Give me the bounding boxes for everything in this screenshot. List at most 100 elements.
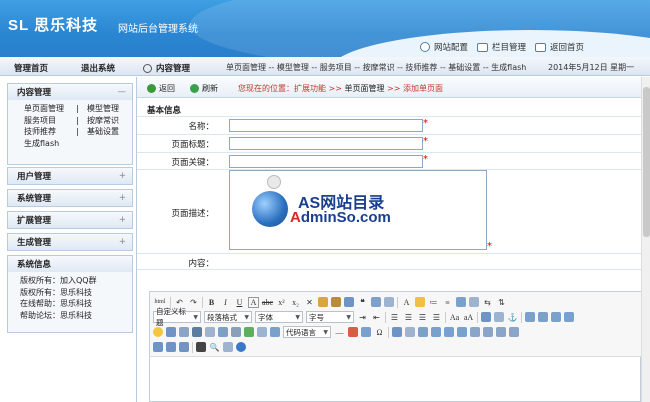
split-cells-icon[interactable] — [509, 327, 519, 337]
font-border-icon[interactable]: A — [248, 296, 259, 308]
collapse-icon[interactable]: — — [118, 87, 127, 97]
menu-item-model[interactable]: 模型管理 — [87, 103, 119, 115]
special-chars-icon[interactable]: Ω — [374, 327, 385, 338]
table-props-icon[interactable] — [179, 342, 189, 352]
image-center-icon[interactable] — [564, 312, 574, 322]
bold-icon[interactable]: B — [206, 297, 217, 308]
map-icon[interactable] — [218, 327, 228, 337]
expand-icon[interactable]: + — [119, 237, 126, 247]
image-float-right-icon[interactable] — [551, 312, 561, 322]
content-manage-panel-header[interactable]: 内容管理 — — [8, 84, 132, 100]
page-break-icon[interactable] — [257, 327, 267, 337]
insert-code-icon[interactable] — [270, 327, 280, 337]
page-title-input[interactable] — [229, 137, 423, 150]
strikethrough-icon[interactable]: abc — [262, 297, 273, 308]
highlight-color-icon[interactable] — [415, 297, 425, 307]
rich-text-editor[interactable]: html ↶ ↷ B I U A abc x² x₂ ✕ ❝ A ≔ ≡ ⇆ ⇅… — [149, 291, 642, 402]
site-config-link[interactable]: 网站配置 — [420, 41, 468, 53]
link-icon[interactable] — [481, 312, 491, 322]
horizontal-rule-icon[interactable]: — — [334, 327, 345, 338]
ordered-list-icon[interactable]: ≔ — [428, 297, 439, 308]
panel-header[interactable]: 生成管理 + — [8, 234, 132, 250]
menu-item-service[interactable]: 服务项目 — [24, 115, 76, 127]
panel-header[interactable]: 扩展管理 + — [8, 212, 132, 228]
anchor-icon[interactable]: ⚓ — [507, 312, 518, 323]
frame-icon[interactable] — [244, 327, 254, 337]
panel-header[interactable]: 系统管理 + — [8, 190, 132, 206]
paragraph-spacing-icon[interactable]: ⇅ — [496, 297, 507, 308]
paragraph-format-select[interactable]: 段落格式 ▼ — [204, 311, 252, 323]
page-description-textarea[interactable]: AS网站目录 AdminSo.com — [229, 170, 487, 250]
insert-row-icon[interactable] — [418, 327, 428, 337]
content-quick-links[interactable]: 单页面管理 -- 模型管理 -- 服务项目 -- 按摩常识 -- 技师推荐 --… — [226, 62, 526, 73]
back-button[interactable]: 返回 — [147, 83, 175, 94]
split-cols-icon[interactable] — [166, 342, 176, 352]
menu-item-generate-flash[interactable]: 生成flash — [24, 138, 132, 150]
generate-manage-panel[interactable]: 生成管理 + — [7, 233, 133, 251]
help-icon[interactable] — [236, 342, 246, 352]
system-manage-panel[interactable]: 系统管理 + — [7, 189, 133, 207]
line-height-icon[interactable] — [469, 297, 479, 307]
subscript-icon[interactable]: x₂ — [290, 297, 301, 308]
time-icon[interactable] — [361, 327, 371, 337]
attachment-icon[interactable] — [205, 327, 215, 337]
align-justify-icon[interactable]: ☰ — [431, 312, 442, 323]
merge-down-icon[interactable] — [496, 327, 506, 337]
uppercase-icon[interactable]: Aa — [449, 312, 460, 323]
print-icon[interactable] — [196, 342, 206, 352]
expand-icon[interactable]: + — [119, 193, 126, 203]
video-icon[interactable] — [192, 327, 202, 337]
insert-col-icon[interactable] — [444, 327, 454, 337]
font-family-select[interactable]: 字体 ▼ — [255, 311, 303, 323]
font-color-icon[interactable]: A — [401, 297, 412, 308]
clear-doc-icon[interactable] — [384, 297, 394, 307]
lowercase-icon[interactable]: aA — [463, 312, 474, 323]
code-language-select[interactable]: 代码语言 ▼ — [283, 326, 331, 338]
google-map-icon[interactable] — [231, 327, 241, 337]
split-rows-icon[interactable] — [153, 342, 163, 352]
expand-icon[interactable]: + — [119, 215, 126, 225]
select-all-icon[interactable] — [371, 297, 381, 307]
unlink-icon[interactable] — [494, 312, 504, 322]
superscript-icon[interactable]: x² — [276, 297, 287, 308]
text-direction-icon[interactable]: ⇆ — [482, 297, 493, 308]
font-size-select[interactable]: 字号 ▼ — [306, 311, 354, 323]
multi-image-icon[interactable] — [179, 327, 189, 337]
image-icon[interactable] — [166, 327, 176, 337]
expand-icon[interactable]: + — [119, 171, 126, 181]
back-home-link[interactable]: 返回首页 — [535, 41, 584, 53]
exit-system-link[interactable]: 退出系统 — [81, 62, 115, 74]
blockquote-icon[interactable]: ❝ — [357, 297, 368, 308]
search-replace-icon[interactable] — [223, 342, 233, 352]
unordered-list-icon[interactable]: ≡ — [442, 297, 453, 308]
emotion-icon[interactable] — [153, 327, 163, 337]
page-scrollbar[interactable] — [641, 77, 650, 402]
align-left-icon[interactable]: ☰ — [389, 312, 400, 323]
auto-typeset-icon[interactable] — [331, 297, 341, 307]
delete-row-icon[interactable] — [431, 327, 441, 337]
refresh-button[interactable]: 刷新 — [190, 83, 218, 94]
name-input[interactable] — [229, 119, 423, 132]
merge-cells-icon[interactable] — [470, 327, 480, 337]
menu-item-technician[interactable]: 技师推荐 — [24, 126, 76, 138]
content-manage-tab[interactable]: 内容管理 — [143, 62, 190, 74]
menu-item-massage-tips[interactable]: 按摩常识 — [87, 115, 119, 127]
align-center-icon[interactable]: ☰ — [403, 312, 414, 323]
outdent-icon[interactable]: ⇤ — [371, 312, 382, 323]
clear-format-icon[interactable]: ✕ — [304, 297, 315, 308]
delete-table-icon[interactable] — [405, 327, 415, 337]
admin-home-link[interactable]: 管理首页 — [14, 62, 48, 74]
date-icon[interactable] — [348, 327, 358, 337]
column-manage-link[interactable]: 栏目管理 — [477, 41, 526, 53]
user-manage-panel[interactable]: 用户管理 + — [7, 167, 133, 185]
align-right-icon[interactable]: ☰ — [417, 312, 428, 323]
preview-icon[interactable]: 🔍 — [209, 342, 220, 353]
insert-table-icon[interactable] — [392, 327, 402, 337]
format-brush-icon[interactable] — [318, 297, 328, 307]
image-float-none-icon[interactable] — [525, 312, 535, 322]
scrollbar-thumb[interactable] — [643, 87, 650, 237]
merge-right-icon[interactable] — [483, 327, 493, 337]
extension-manage-panel[interactable]: 扩展管理 + — [7, 211, 133, 229]
underline-icon[interactable]: U — [234, 297, 245, 308]
indent-icon[interactable]: ⇥ — [357, 312, 368, 323]
